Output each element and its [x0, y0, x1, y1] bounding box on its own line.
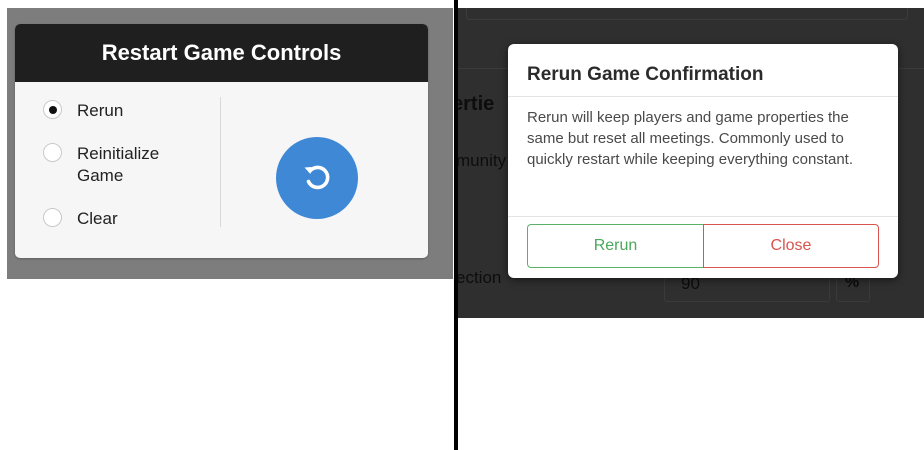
- confirm-rerun-button[interactable]: Rerun: [527, 224, 704, 268]
- radio-button-rerun[interactable]: [43, 100, 62, 119]
- radio-label-clear: Clear: [77, 209, 118, 228]
- radio-option-rerun[interactable]: Rerun: [43, 100, 213, 122]
- restart-controls-title: Restart Game Controls: [15, 24, 428, 82]
- close-button[interactable]: Close: [703, 224, 879, 268]
- restart-controls-area: Restart Game Controls Rerun Reinitialize…: [7, 8, 453, 279]
- background-section-heading: ertie: [458, 93, 495, 115]
- restart-icon: [304, 165, 330, 190]
- right-screenshot: ertie munity ection 90 % Rerun Game Conf…: [458, 0, 924, 450]
- background-label-community: munity: [458, 151, 507, 170]
- radio-button-reinitialize-game[interactable]: [43, 143, 62, 162]
- vertical-divider: [220, 97, 221, 227]
- radio-option-clear[interactable]: Clear: [43, 208, 213, 230]
- modal-message: Rerun will keep players and game propert…: [527, 109, 854, 168]
- left-screenshot: Restart Game Controls Rerun Reinitialize…: [0, 0, 454, 450]
- restart-controls-body: Rerun Reinitialize Game Clear: [15, 82, 428, 258]
- radio-button-clear[interactable]: [43, 208, 62, 227]
- background-field: [466, 8, 908, 20]
- rerun-confirmation-modal: Rerun Game Confirmation Rerun will keep …: [508, 44, 898, 278]
- radio-option-reinitialize-game[interactable]: Reinitialize Game: [43, 143, 213, 187]
- restart-controls-card: Restart Game Controls Rerun Reinitialize…: [15, 24, 428, 258]
- modal-backdrop: ertie munity ection 90 % Rerun Game Conf…: [458, 8, 924, 318]
- background-label-selection: ection: [458, 268, 502, 287]
- modal-title: Rerun Game Confirmation: [508, 44, 898, 97]
- restart-mode-radio-group: Rerun Reinitialize Game Clear: [43, 100, 213, 230]
- radio-label-rerun: Rerun: [77, 101, 124, 120]
- radio-label-reinitialize-game: Reinitialize Game: [77, 144, 160, 185]
- restart-game-button[interactable]: [276, 137, 358, 219]
- modal-footer: Rerun Close: [508, 216, 898, 268]
